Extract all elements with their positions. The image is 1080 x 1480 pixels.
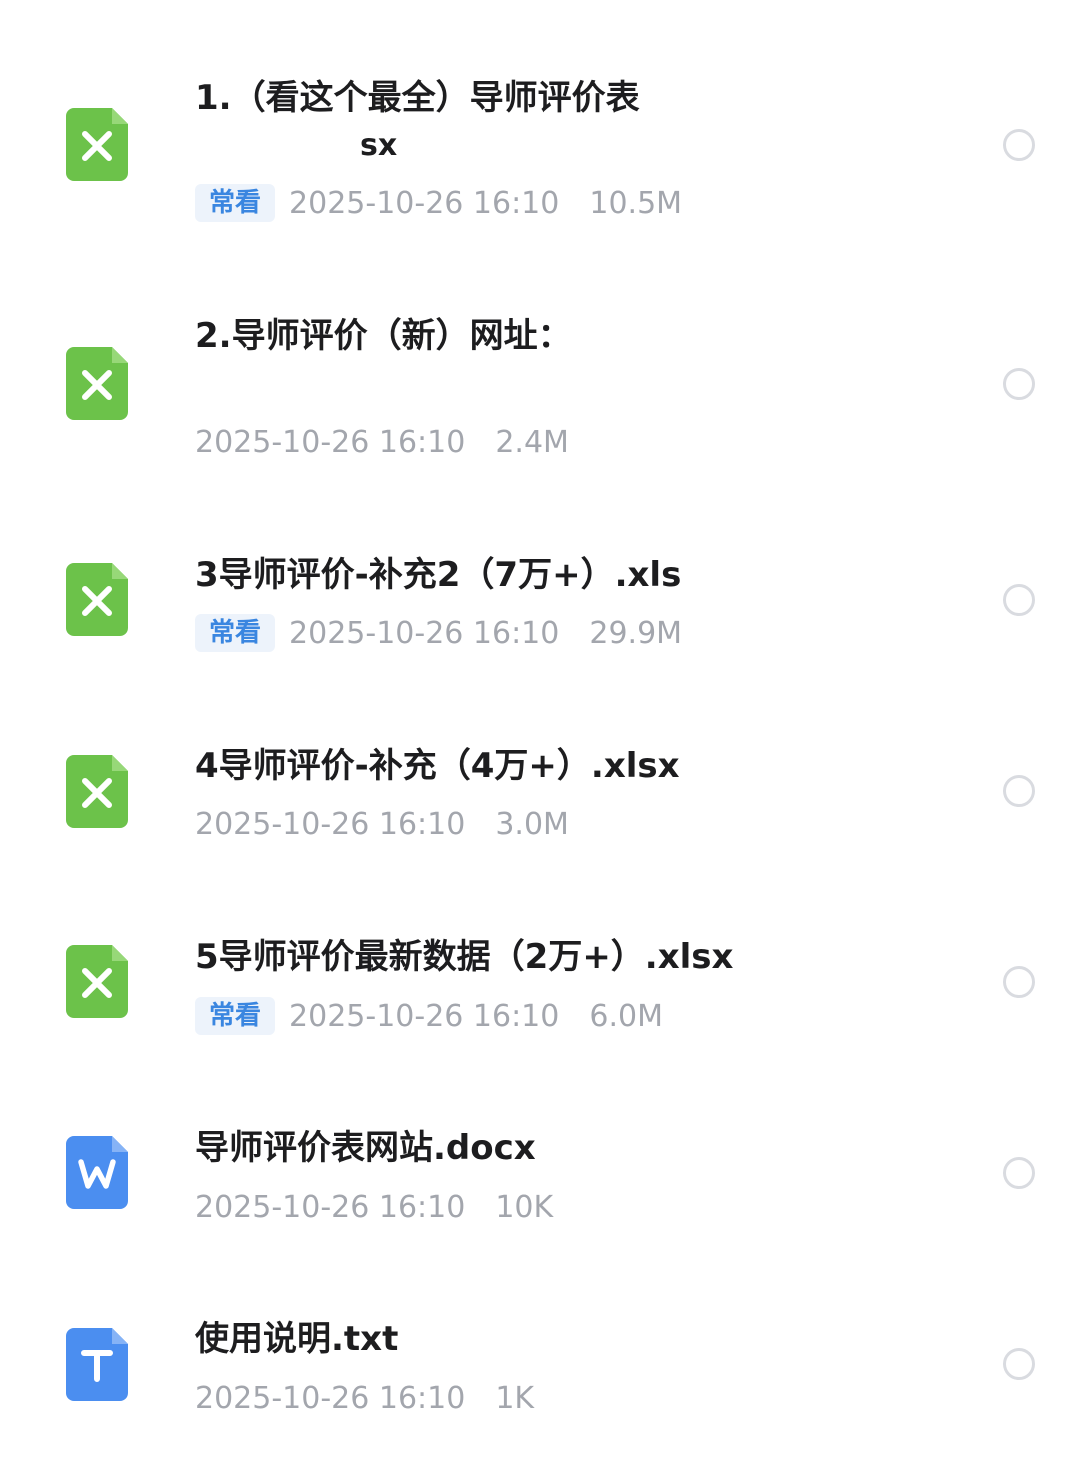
select-radio[interactable] xyxy=(1003,368,1035,400)
file-size: 1K xyxy=(495,1380,535,1416)
blurred-text-mask xyxy=(720,80,760,120)
file-list: 1.（看这个最全）导师评价表 sx 常看 2025-10-26 16:10 10… xyxy=(0,0,1080,1470)
file-meta: 2025-10-26 16:10 1K xyxy=(195,1378,534,1418)
file-row[interactable]: 导师评价表网站.docx 2025-10-26 16:10 10K xyxy=(0,1110,1080,1290)
file-date: 2025-10-26 16:10 xyxy=(289,185,560,221)
file-row[interactable]: 4导师评价-补充（4万+）.xlsx 2025-10-26 16:10 3.0M xyxy=(0,730,1080,910)
excel-icon xyxy=(66,945,128,1018)
frequent-badge: 常看 xyxy=(195,184,276,222)
word-icon xyxy=(66,1136,128,1209)
file-size: 2.4M xyxy=(495,424,569,460)
file-name: 4导师评价-补充（4万+）.xlsx xyxy=(195,746,680,786)
file-meta: 常看 2025-10-26 16:10 6.0M xyxy=(195,996,663,1036)
file-name: 2.导师评价（新）网址： xyxy=(195,316,572,356)
file-date: 2025-10-26 16:10 xyxy=(289,998,560,1034)
file-size: 10.5M xyxy=(589,185,683,221)
file-name: 使用说明.txt xyxy=(195,1319,399,1359)
file-name: 3导师评价-补充2（7万+）.xls xyxy=(195,555,682,595)
excel-icon xyxy=(66,108,128,181)
select-radio[interactable] xyxy=(1003,775,1035,807)
file-row[interactable]: 1.（看这个最全）导师评价表 sx 常看 2025-10-26 16:10 10… xyxy=(0,60,1080,240)
file-date: 2025-10-26 16:10 xyxy=(195,424,466,460)
file-size: 3.0M xyxy=(495,806,569,842)
excel-icon xyxy=(66,755,128,828)
select-radio[interactable] xyxy=(1003,584,1035,616)
file-meta: 2025-10-26 16:10 2.4M xyxy=(195,422,569,462)
file-date: 2025-10-26 16:10 xyxy=(195,1380,466,1416)
file-meta: 常看 2025-10-26 16:10 10.5M xyxy=(195,183,682,223)
frequent-badge: 常看 xyxy=(195,614,276,652)
frequent-badge: 常看 xyxy=(195,997,276,1035)
file-size: 10K xyxy=(495,1189,554,1225)
file-meta: 2025-10-26 16:10 10K xyxy=(195,1187,553,1227)
file-date: 2025-10-26 16:10 xyxy=(289,615,560,651)
select-radio[interactable] xyxy=(1003,129,1035,161)
file-date: 2025-10-26 16:10 xyxy=(195,1189,466,1225)
excel-icon xyxy=(66,347,128,420)
file-meta: 2025-10-26 16:10 3.0M xyxy=(195,804,569,844)
file-row[interactable]: 5导师评价最新数据（2万+）.xlsx 常看 2025-10-26 16:10 … xyxy=(0,920,1080,1100)
text-file-icon xyxy=(66,1328,128,1401)
file-size: 29.9M xyxy=(589,615,683,651)
file-row[interactable]: 使用说明.txt 2025-10-26 16:10 1K xyxy=(0,1300,1080,1480)
excel-icon xyxy=(66,563,128,636)
file-name: 1.（看这个最全）导师评价表 xyxy=(195,78,640,118)
select-radio[interactable] xyxy=(1003,1348,1035,1380)
file-name: 5导师评价最新数据（2万+）.xlsx xyxy=(195,937,734,977)
file-meta: 常看 2025-10-26 16:10 29.9M xyxy=(195,613,682,653)
file-row[interactable]: 2.导师评价（新）网址： 2025-10-26 16:10 2.4M xyxy=(0,300,1080,480)
file-name-continued: sx xyxy=(360,128,398,163)
file-date: 2025-10-26 16:10 xyxy=(195,806,466,842)
select-radio[interactable] xyxy=(1003,1157,1035,1189)
select-radio[interactable] xyxy=(1003,966,1035,998)
file-name: 导师评价表网站.docx xyxy=(195,1128,536,1168)
file-size: 6.0M xyxy=(589,998,663,1034)
file-row[interactable]: 3导师评价-补充2（7万+）.xls 常看 2025-10-26 16:10 2… xyxy=(0,540,1080,720)
